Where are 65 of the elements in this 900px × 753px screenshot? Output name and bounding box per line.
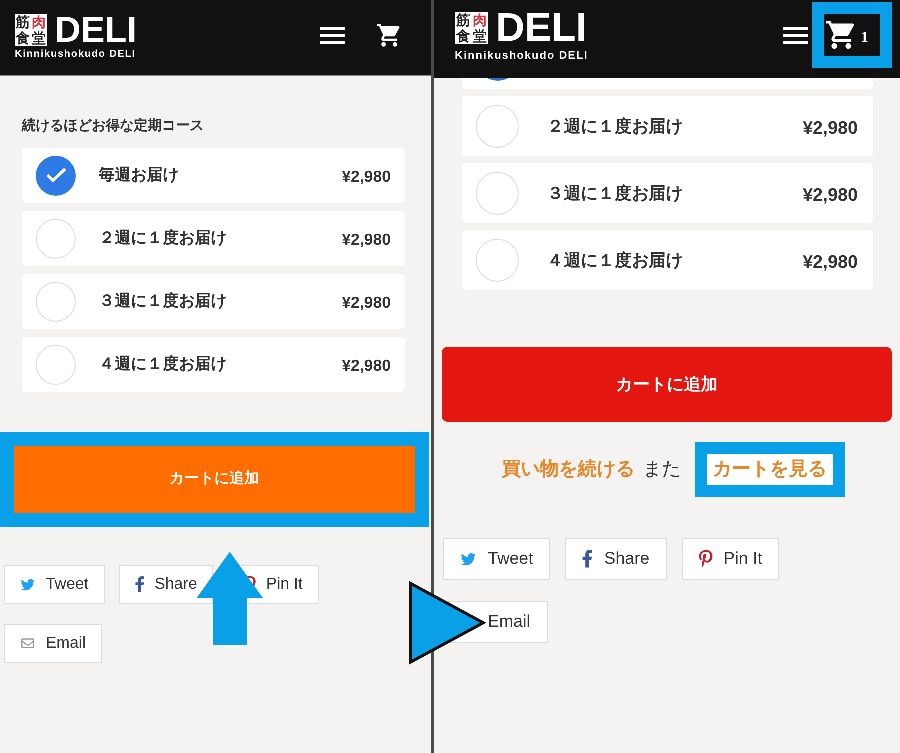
cart-icon — [826, 21, 857, 49]
share-button[interactable]: Share — [565, 538, 667, 580]
option-card[interactable]: ４週に１度お届け ¥2,980 — [22, 337, 405, 392]
letter-f-icon — [582, 550, 594, 568]
bird-icon — [460, 552, 477, 566]
cart-button[interactable] — [377, 24, 402, 47]
logo-kanji: 筋 — [456, 13, 470, 27]
option-card[interactable]: 毎週お届け ¥2,980 — [22, 148, 405, 203]
menu-icon — [783, 26, 808, 44]
letter-p-icon — [698, 550, 713, 568]
radio-button[interactable] — [476, 172, 519, 214]
logo-kanji: 堂 — [32, 30, 46, 44]
radio-button[interactable] — [36, 218, 76, 258]
radio-button[interactable] — [476, 104, 519, 148]
option-label: ２週に１度お届け — [99, 230, 227, 246]
option-card[interactable]: ２週に１度お届け ¥2,980 — [462, 96, 873, 156]
option-label: ３週に１度お届け — [99, 294, 227, 310]
menu-icon — [320, 27, 345, 44]
option-card[interactable]: ４週に１度お届け ¥2,980 — [462, 230, 873, 290]
logo-tagline: Kinnikushokudo DELI — [455, 51, 588, 62]
radio-button[interactable] — [487, 78, 509, 81]
option-card[interactable]: ３週に１度お届け ¥2,980 — [22, 274, 405, 329]
logo-kanji: 肉 — [32, 14, 46, 28]
checkmark-icon — [46, 168, 66, 183]
bird-icon — [20, 578, 36, 592]
option-label: ４週に１度お届け — [547, 252, 683, 268]
logo-kanji: 筋 — [16, 14, 30, 28]
option-price: ¥2,980 — [342, 296, 391, 312]
logo-kanji: 食 — [456, 29, 470, 43]
option-price: ¥2,980 — [342, 358, 391, 374]
letter-f-icon — [134, 576, 145, 593]
share-button[interactable]: Tweet — [443, 538, 550, 580]
option-price: ¥2,980 — [342, 232, 391, 248]
logo-kanji: 堂 — [472, 29, 487, 43]
logo-tagline: Kinnikushokudo DELI — [15, 50, 137, 60]
cart-count: 1 — [861, 30, 868, 46]
share-button[interactable]: Email — [4, 624, 102, 663]
option-price: ¥2,980 — [802, 253, 858, 271]
logo-wordmark: DELI — [496, 8, 588, 48]
option-label: ２週に１度お届け — [547, 118, 683, 134]
radio-button[interactable] — [36, 156, 76, 196]
option-price: ¥2,980 — [802, 186, 858, 204]
logo-wordmark: DELI — [55, 12, 138, 48]
envelope-icon — [20, 637, 36, 650]
or-text: また — [643, 460, 681, 479]
share-button[interactable]: Tweet — [4, 565, 105, 604]
option-label: ４週に１度お届け — [99, 356, 227, 372]
add-to-cart-button[interactable]: カートに追加 — [442, 347, 892, 422]
option-label: ３週に１度お届け — [547, 184, 683, 202]
option-card[interactable]: ２週に１度お届け ¥2,980 — [22, 211, 405, 266]
share-button[interactable]: Pin It — [682, 538, 780, 580]
cart-icon — [377, 24, 402, 47]
option-label: 毎週お届け — [99, 168, 179, 184]
option-price: ¥2,980 — [342, 170, 391, 186]
logo-kanji: 食 — [16, 30, 30, 44]
radio-button[interactable] — [36, 282, 76, 322]
menu-button[interactable] — [320, 27, 345, 44]
course-title: 続けるほどお得な定期コース — [22, 116, 204, 135]
menu-button[interactable] — [783, 26, 808, 44]
option-card[interactable]: ３週に１度お届け ¥2,980 — [462, 163, 873, 223]
share-button[interactable]: Share — [118, 565, 214, 604]
logo-kanji: 肉 — [472, 13, 487, 27]
radio-button[interactable] — [476, 238, 519, 282]
radio-button[interactable] — [36, 344, 76, 384]
option-price: ¥2,980 — [802, 119, 858, 137]
